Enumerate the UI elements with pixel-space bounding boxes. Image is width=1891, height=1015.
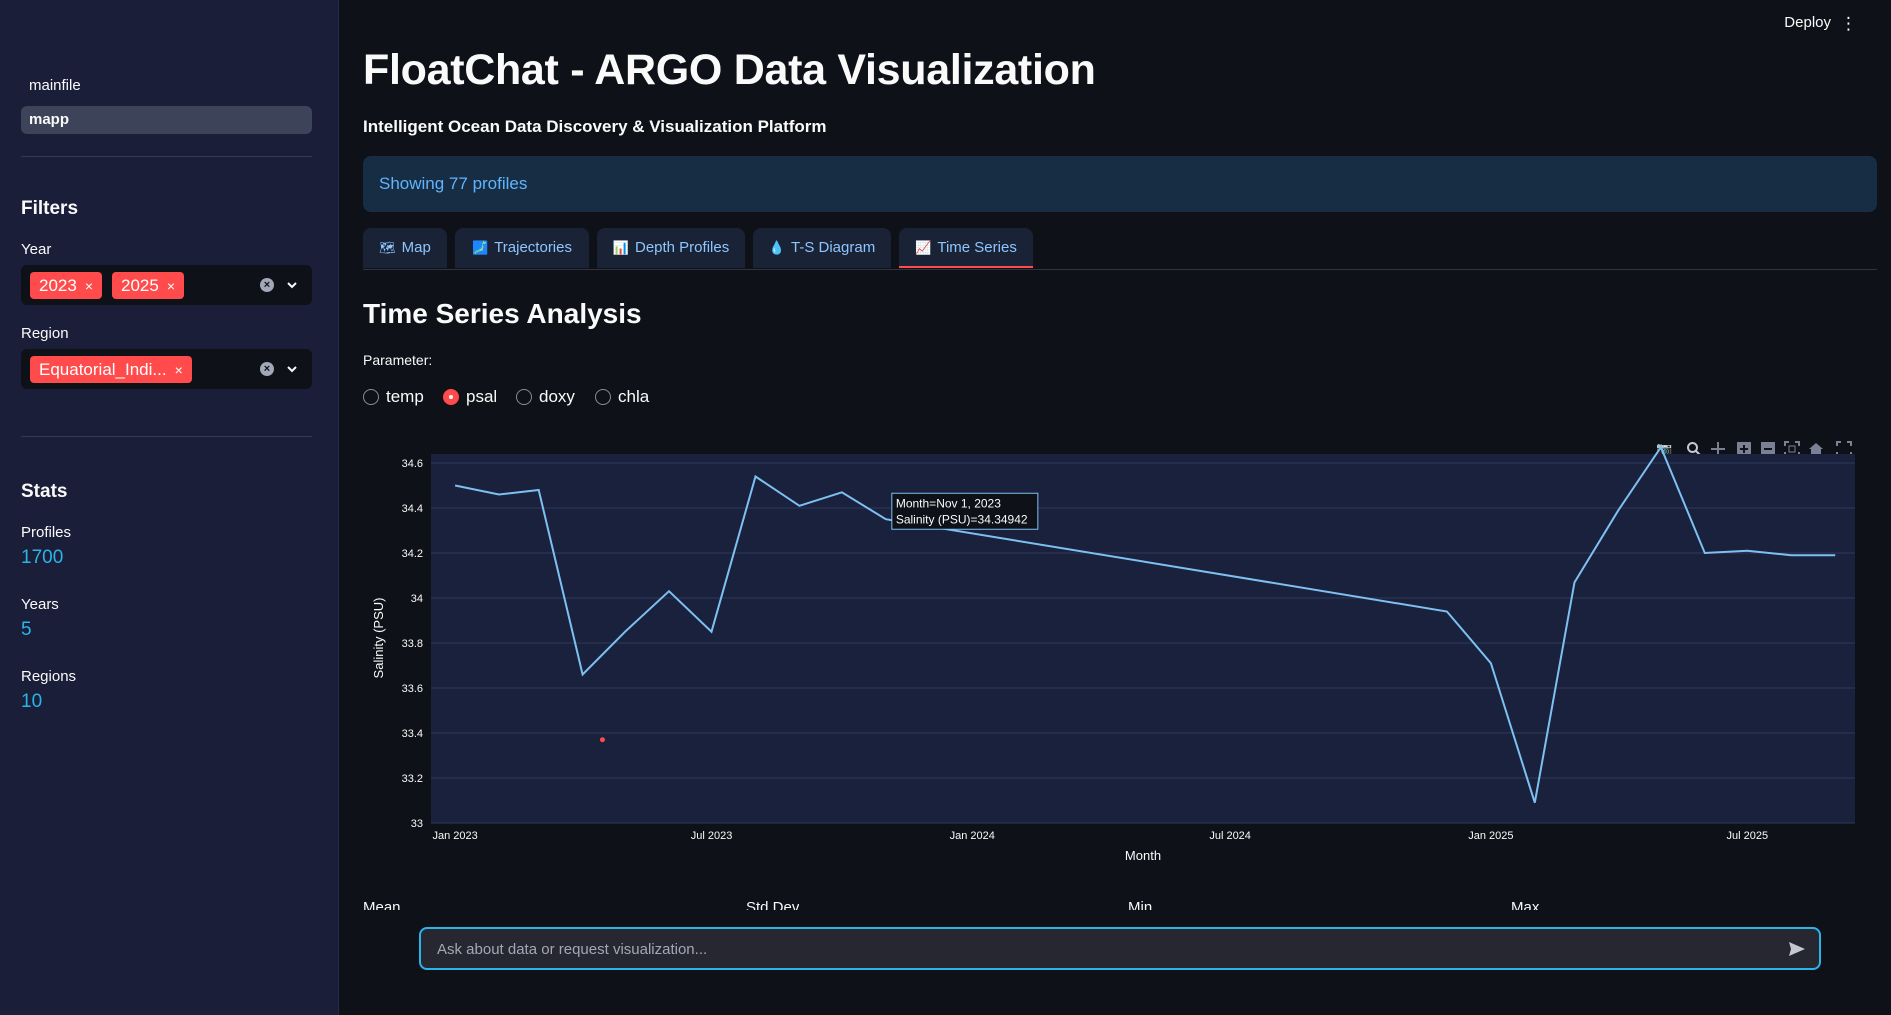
year-tag-2023[interactable]: 2023 × (30, 272, 103, 299)
droplet-icon: 💧 (768, 240, 785, 255)
info-alert: Showing 77 profiles (363, 156, 1877, 212)
tooltip-line-month: Month=Nov 1, 2023 (896, 496, 1001, 510)
tag-label: Equatorial_Indi... (39, 360, 167, 379)
radio-circle[interactable] (516, 389, 532, 405)
stat-label-regions: Regions (21, 668, 77, 685)
stat-label-profiles: Profiles (21, 524, 72, 541)
y-tick-label: 33 (411, 818, 423, 830)
tab-depth-profiles[interactable]: 📊 Depth Profiles (597, 228, 745, 268)
y-tick-label: 33.6 (402, 683, 423, 695)
tooltip-line-value: Salinity (PSU)=34.34942 (896, 512, 1028, 526)
x-tick-label: Jul 2024 (1209, 830, 1251, 842)
hover-tooltip: Month=Nov 1, 2023 Salinity (PSU)=34.3494… (891, 492, 1039, 530)
tag-label: 2023 (39, 276, 77, 295)
metric-label-mean: Mean (363, 899, 401, 910)
info-alert-text: Showing 77 profiles (379, 174, 528, 193)
region-multiselect[interactable]: Equatorial_Indi... × × (21, 349, 312, 389)
send-icon[interactable] (1787, 939, 1807, 959)
stat-value-years: 5 (21, 619, 32, 640)
radio-label: chla (618, 387, 650, 406)
tab-label: Time Series (937, 239, 1017, 256)
clear-icon[interactable]: × (260, 362, 274, 376)
stats-heading: Stats (21, 481, 68, 502)
tag-label: 2025 (121, 276, 159, 295)
sidebar-item-mapp[interactable]: mapp (21, 106, 312, 134)
y-tick-label: 34.2 (402, 548, 423, 560)
clear-icon[interactable]: × (260, 278, 274, 292)
tab-ts-diagram[interactable]: 💧 T-S Diagram (753, 228, 891, 268)
y-tick-label: 33.8 (402, 638, 423, 650)
section-title: Time Series Analysis (363, 298, 642, 329)
tag-remove-icon[interactable]: × (85, 278, 93, 294)
tab-bar: 🗺 Map 🗾 Trajectories 📊 Depth Profiles 💧 T-S … (363, 228, 1877, 270)
time-series-chart[interactable]: 33 33.2 33.4 33.6 33.8 34 34.2 34.4 34.6 Jan 202… (363, 438, 1877, 868)
chat-input[interactable] (437, 939, 1757, 959)
parameter-label: Parameter: (363, 352, 433, 368)
x-tick-label: Jan 2025 (1468, 830, 1513, 842)
chat-input-bar[interactable] (419, 927, 1821, 970)
chevron-down-icon[interactable] (286, 279, 298, 291)
page-subtitle: Intelligent Ocean Data Discovery & Visua… (363, 117, 827, 136)
sidebar-item-label: mainfile (29, 77, 81, 94)
year-multiselect[interactable]: 2023 × 2025 × × (21, 265, 312, 305)
tab-label: Depth Profiles (634, 239, 730, 256)
sidebar-divider (21, 436, 312, 437)
data-marker (599, 737, 605, 743)
sidebar: mainfile mapp Filters Year 2023 × 2025 × ×… (0, 0, 339, 1015)
filters-heading: Filters (21, 198, 79, 219)
stat-value-profiles: 1700 (21, 547, 64, 568)
x-axis-title: Month (1125, 848, 1161, 863)
radio-circle[interactable] (595, 389, 611, 405)
radio-label: psal (466, 387, 498, 406)
map-icon: 🗺 (379, 240, 396, 255)
trajectory-icon: 🗾 (472, 240, 489, 255)
tag-remove-icon[interactable]: × (175, 362, 183, 378)
x-tick-label: Jan 2023 (432, 830, 477, 842)
line-chart-icon: 📈 (915, 240, 932, 255)
chevron-down-icon[interactable] (286, 363, 298, 375)
stat-value-regions: 10 (21, 691, 43, 712)
deploy-button[interactable]: Deploy (1784, 14, 1831, 31)
sidebar-item-label: mapp (29, 111, 70, 128)
tab-label: Map (401, 239, 431, 256)
year-label: Year (21, 241, 52, 258)
year-tag-2025[interactable]: 2025 × (112, 272, 185, 299)
x-tick-label: Jan 2024 (950, 830, 995, 842)
tab-map[interactable]: 🗺 Map (363, 228, 447, 268)
tab-time-series[interactable]: 📈 Time Series (899, 228, 1033, 268)
bar-chart-icon: 📊 (612, 240, 629, 255)
radio-label: doxy (539, 387, 575, 406)
tab-trajectories[interactable]: 🗾 Trajectories (455, 228, 589, 268)
y-tick-label: 34.6 (402, 458, 423, 470)
tab-label: T-S Diagram (791, 239, 876, 256)
metric-label-std: Std Dev (746, 899, 800, 910)
sidebar-divider (21, 156, 312, 157)
sidebar-item-mainfile[interactable]: mainfile (21, 72, 312, 100)
y-tick-label: 34 (411, 593, 423, 605)
region-tag[interactable]: Equatorial_Indi... × (30, 356, 192, 383)
radio-circle[interactable] (363, 389, 379, 405)
x-axis-ticks: Jan 2023 Jul 2023 Jan 2024 Jul 2024 Jan 2025… (432, 830, 1768, 842)
radio-label: temp (386, 387, 424, 406)
y-axis-title: Salinity (PSU) (371, 598, 386, 679)
x-tick-label: Jul 2023 (691, 830, 733, 842)
stat-label-years: Years (21, 596, 59, 613)
plot-area (431, 454, 1855, 823)
y-tick-label: 34.4 (402, 503, 423, 515)
x-tick-label: Jul 2025 (1727, 830, 1769, 842)
region-label: Region (21, 325, 69, 342)
tab-label: Trajectories (494, 239, 572, 256)
metric-label-min: Min (1128, 899, 1153, 910)
y-tick-label: 33.4 (402, 728, 423, 740)
y-axis-ticks: 33 33.2 33.4 33.6 33.8 34 34.2 34.4 34.6 (402, 458, 423, 830)
main-menu-icon[interactable]: ⋮ (1840, 14, 1857, 34)
tag-remove-icon[interactable]: × (167, 278, 175, 294)
page-title: FloatChat - ARGO Data Visualization (363, 46, 1096, 94)
radio-circle[interactable] (443, 389, 459, 405)
y-tick-label: 33.2 (402, 773, 423, 785)
app-root: mainfile mapp Filters Year 2023 × 2025 × ×… (0, 0, 1891, 1015)
metric-label-max: Max (1511, 899, 1540, 910)
